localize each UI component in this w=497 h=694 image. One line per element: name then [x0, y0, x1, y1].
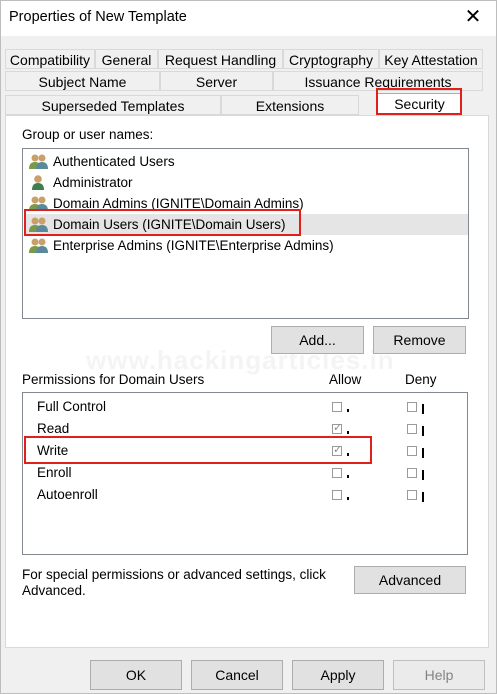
permission-name: Read	[37, 421, 70, 436]
allow-checkbox[interactable]	[332, 468, 342, 478]
user-group-icon	[29, 154, 48, 169]
user-name: Authenticated Users	[53, 154, 175, 169]
user-name: Enterprise Admins (IGNITE\Enterprise Adm…	[53, 238, 334, 253]
special-permissions-text-line2: Advanced.	[22, 583, 86, 598]
allow-checkbox[interactable]	[332, 490, 342, 500]
permission-row: Autoenroll	[24, 484, 466, 506]
tab-compatibility[interactable]: Compatibility	[5, 49, 95, 69]
remove-button[interactable]: Remove	[373, 326, 466, 354]
deny-checkbox[interactable]	[407, 424, 417, 434]
allow-checkbox-checked[interactable]: ✓	[332, 444, 342, 456]
deny-checkbox[interactable]	[407, 490, 417, 500]
user-name: Administrator	[53, 175, 133, 190]
allow-checkbox-checked[interactable]: ✓	[332, 422, 342, 434]
user-group-icon	[29, 238, 48, 253]
user-list-item[interactable]: Authenticated Users	[24, 151, 468, 172]
user-list-item-selected[interactable]: Domain Users (IGNITE\Domain Users)	[24, 214, 468, 235]
group-or-user-names-label: Group or user names:	[22, 127, 154, 142]
deny-checkbox[interactable]	[407, 402, 417, 412]
window-title: Properties of New Template	[9, 9, 187, 25]
permissions-label: Permissions for Domain Users	[22, 372, 205, 387]
permission-row: Enroll	[24, 462, 466, 484]
close-icon[interactable]: ✕	[463, 5, 483, 29]
tab-cryptography[interactable]: Cryptography	[283, 49, 379, 69]
tab-key-attestation[interactable]: Key Attestation	[379, 49, 483, 69]
permission-name: Full Control	[37, 399, 107, 414]
help-button[interactable]: Help	[393, 660, 485, 690]
deny-column-header: Deny	[405, 372, 437, 387]
tab-issuance-requirements[interactable]: Issuance Requirements	[273, 71, 483, 91]
user-group-icon	[29, 217, 48, 232]
permissions-list[interactable]: Full Control Read ✓ Write ✓ Enroll Autoe…	[22, 392, 468, 555]
tab-request-handling[interactable]: Request Handling	[158, 49, 283, 69]
permission-row: Write ✓	[24, 440, 466, 462]
tab-superseded-templates[interactable]: Superseded Templates	[5, 95, 221, 115]
allow-column-header: Allow	[329, 372, 362, 387]
deny-checkbox[interactable]	[407, 468, 417, 478]
tab-general[interactable]: General	[95, 49, 158, 69]
permission-name: Write	[37, 443, 69, 458]
ok-button[interactable]: OK	[90, 660, 182, 690]
apply-button[interactable]: Apply	[292, 660, 384, 690]
user-group-icon	[29, 196, 48, 211]
permission-row: Full Control	[24, 396, 466, 418]
user-icon	[32, 175, 44, 190]
user-name: Domain Admins (IGNITE\Domain Admins)	[53, 196, 304, 211]
cancel-button[interactable]: Cancel	[191, 660, 283, 690]
allow-checkbox[interactable]	[332, 402, 342, 412]
tab-server[interactable]: Server	[160, 71, 273, 91]
permission-row: Read ✓	[24, 418, 466, 440]
user-list[interactable]: Authenticated Users Administrator Domain…	[22, 148, 469, 319]
tab-extensions[interactable]: Extensions	[221, 95, 359, 115]
permission-name: Autoenroll	[37, 487, 98, 502]
tab-subject-name[interactable]: Subject Name	[5, 71, 160, 91]
tab-security[interactable]: Security	[377, 93, 462, 115]
special-permissions-text-line1: For special permissions or advanced sett…	[22, 567, 326, 582]
advanced-button[interactable]: Advanced	[354, 566, 466, 594]
permission-name: Enroll	[37, 465, 72, 480]
user-name: Domain Users (IGNITE\Domain Users)	[53, 217, 286, 232]
user-list-item[interactable]: Enterprise Admins (IGNITE\Enterprise Adm…	[24, 235, 468, 256]
user-list-item[interactable]: Administrator	[24, 172, 468, 193]
deny-checkbox[interactable]	[407, 446, 417, 456]
user-list-item[interactable]: Domain Admins (IGNITE\Domain Admins)	[24, 193, 468, 214]
add-button[interactable]: Add...	[271, 326, 364, 354]
